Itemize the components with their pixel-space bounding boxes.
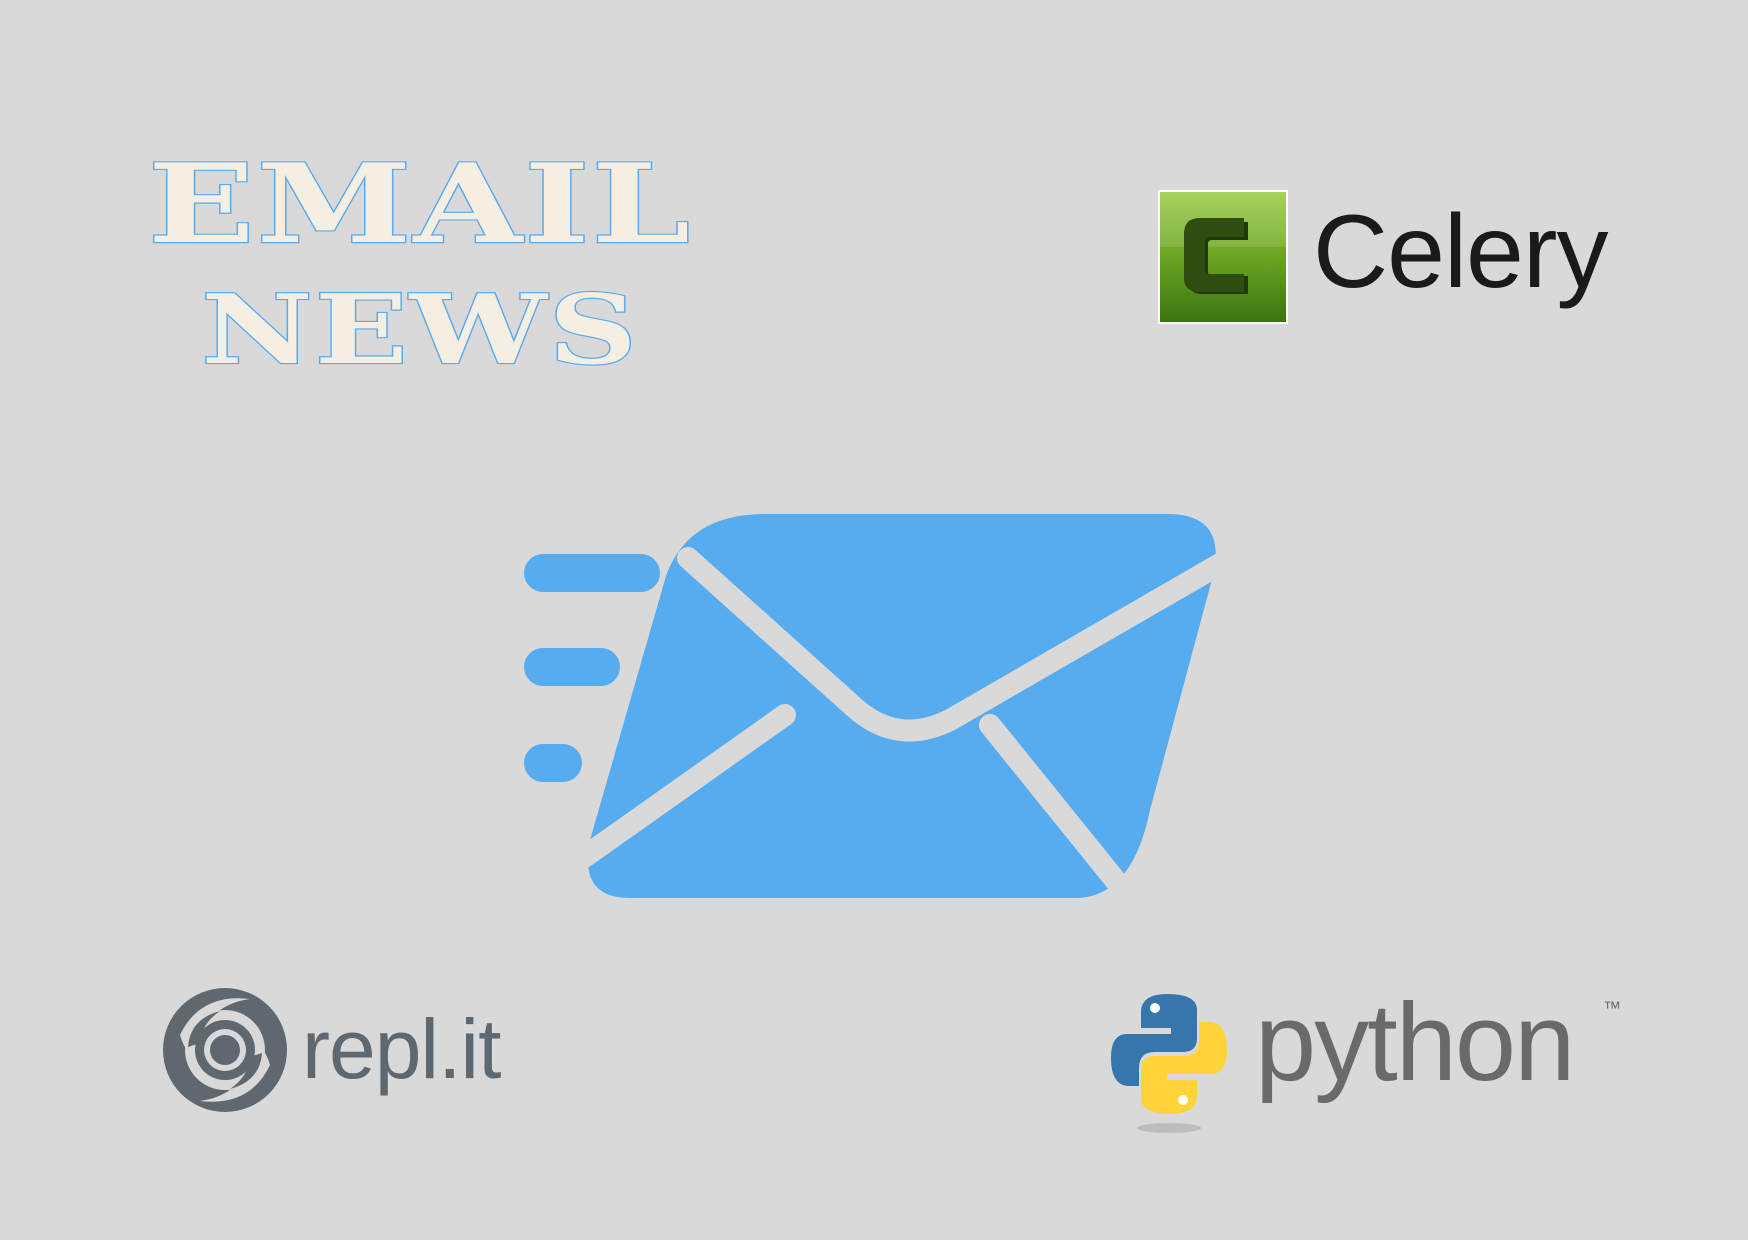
speed-line-icon — [524, 648, 620, 686]
replit-logo: repl.it — [160, 985, 520, 1120]
title-line-email: EMAIL — [146, 140, 693, 269]
email-envelope-icon — [520, 510, 1231, 910]
celery-wordmark: Celery — [1313, 194, 1609, 310]
speed-line-icon — [524, 744, 582, 782]
celery-logo: Celery — [1158, 190, 1609, 326]
python-trademark: ™ — [1603, 998, 1621, 1018]
page: { "title": { "line1": "EMAIL", "line2": … — [0, 0, 1748, 1240]
python-icon — [1111, 994, 1227, 1133]
python-logo: python ™ — [1105, 988, 1645, 1138]
replit-wordmark: repl.it — [302, 1002, 501, 1096]
replit-icon — [163, 988, 287, 1112]
python-wordmark: python — [1255, 981, 1575, 1104]
speed-line-icon — [524, 554, 660, 592]
celery-icon — [1158, 190, 1288, 324]
title-line-news: NEWS — [200, 273, 639, 386]
email-news-title: EMAIL NEWS — [120, 140, 720, 420]
